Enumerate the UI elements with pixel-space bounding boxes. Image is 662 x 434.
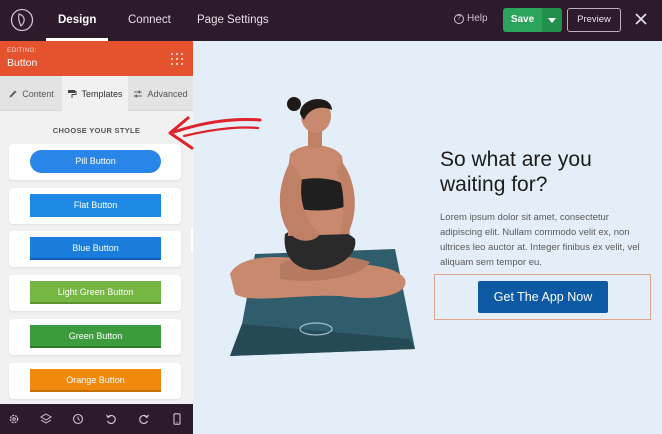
preview-button[interactable]: Preview bbox=[567, 8, 621, 32]
redo-icon[interactable] bbox=[138, 413, 150, 425]
help-label: Help bbox=[467, 13, 488, 24]
get-the-app-button[interactable]: Get The App Now bbox=[478, 281, 608, 313]
tab-content[interactable]: Content bbox=[0, 76, 62, 111]
save-button[interactable]: Save bbox=[503, 8, 542, 32]
undo-icon[interactable] bbox=[105, 413, 117, 425]
tab-design[interactable]: Design bbox=[45, 0, 109, 41]
hero-headline[interactable]: So what are you waiting for? bbox=[440, 147, 650, 197]
grid-dots-icon[interactable] bbox=[170, 52, 184, 66]
tab-advanced-label: Advanced bbox=[147, 88, 188, 99]
style-option-blue[interactable]: Blue Button bbox=[9, 231, 181, 267]
hero-paragraph[interactable]: Lorem ipsum dolor sit amet, consectetur … bbox=[440, 210, 650, 270]
top-toolbar: Design Connect Page Settings ? Help Save… bbox=[0, 0, 662, 41]
style-option-flat[interactable]: Flat Button bbox=[9, 188, 181, 224]
style-option-orange[interactable]: Orange Button bbox=[9, 363, 181, 399]
style-option-light-green[interactable]: Light Green Button bbox=[9, 275, 181, 311]
pencil-icon bbox=[9, 90, 17, 97]
editing-label: EDITING: bbox=[7, 47, 37, 54]
style-option-pill[interactable]: Pill Button bbox=[9, 144, 181, 180]
tab-connect[interactable]: Connect bbox=[128, 0, 171, 41]
paint-roller-icon bbox=[68, 89, 77, 98]
style-option-green[interactable]: Green Button bbox=[9, 319, 181, 355]
save-dropdown-icon[interactable] bbox=[542, 8, 562, 32]
flat-button-sample: Flat Button bbox=[30, 194, 161, 217]
sidebar-bottom-bar bbox=[0, 404, 193, 434]
close-icon[interactable] bbox=[633, 11, 649, 27]
editing-header: EDITING: Button bbox=[0, 41, 193, 76]
green-button-sample: Green Button bbox=[30, 325, 161, 348]
orange-button-sample: Orange Button bbox=[30, 369, 161, 392]
help-link[interactable]: ? Help bbox=[454, 13, 488, 24]
tab-content-label: Content bbox=[22, 88, 54, 99]
sidebar-tabs: Content Templates Advanced bbox=[0, 76, 193, 111]
tab-advanced[interactable]: Advanced bbox=[128, 76, 193, 111]
tab-templates[interactable]: Templates bbox=[62, 76, 128, 111]
layers-icon[interactable] bbox=[40, 413, 52, 425]
help-icon: ? bbox=[454, 13, 464, 24]
gear-icon[interactable] bbox=[8, 413, 20, 425]
sidebar: EDITING: Button Content Templates Advanc… bbox=[0, 41, 193, 434]
pill-button-sample: Pill Button bbox=[30, 150, 161, 173]
editing-title: Button bbox=[7, 57, 38, 69]
tab-page-settings[interactable]: Page Settings bbox=[197, 0, 269, 41]
seedprod-logo-icon[interactable] bbox=[10, 8, 34, 32]
sliders-icon bbox=[134, 90, 143, 97]
annotation-arrow-icon bbox=[168, 116, 262, 150]
light-green-button-sample: Light Green Button bbox=[30, 281, 161, 304]
blue-button-sample: Blue Button bbox=[30, 237, 161, 260]
mobile-icon[interactable] bbox=[171, 413, 183, 425]
history-icon[interactable] bbox=[72, 413, 84, 425]
tab-templates-label: Templates bbox=[81, 88, 123, 99]
